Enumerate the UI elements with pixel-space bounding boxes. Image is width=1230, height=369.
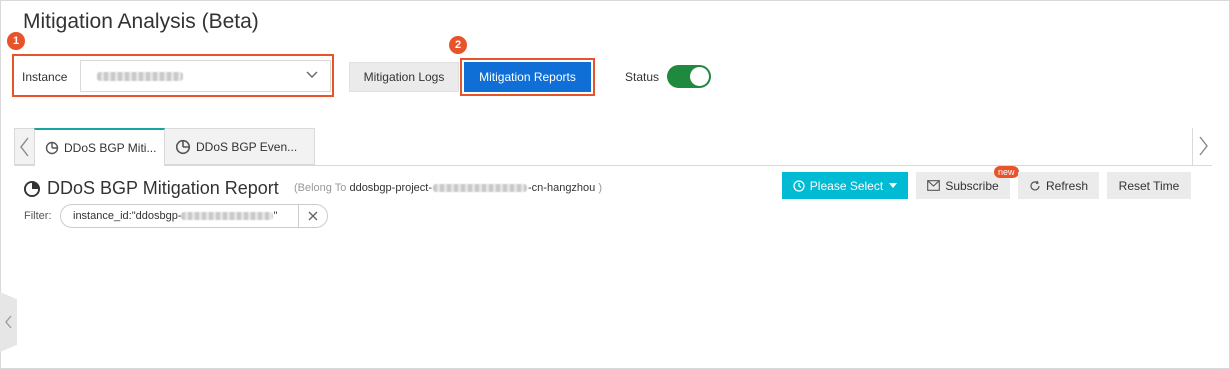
tab-ddos-bgp-mitigation[interactable]: DDoS BGP Miti...	[34, 128, 165, 166]
mitigation-logs-button[interactable]: Mitigation Logs	[349, 62, 459, 92]
project-id-redacted	[433, 184, 528, 192]
refresh-button[interactable]: Refresh	[1018, 172, 1099, 199]
step-badge-1: 1	[7, 32, 25, 50]
toggle-knob	[690, 67, 709, 86]
filter-label: Filter:	[24, 210, 52, 222]
chevron-right-icon	[1199, 136, 1208, 156]
report-title: DDoS BGP Mitigation Report	[23, 178, 279, 199]
tab-label: DDoS BGP Even...	[196, 139, 298, 154]
chevron-left-icon	[5, 315, 12, 329]
subscribe-label: Subscribe	[945, 178, 999, 193]
instance-select[interactable]	[80, 60, 331, 92]
refresh-label: Refresh	[1045, 178, 1089, 193]
belong-prefix: (Belong To	[294, 182, 347, 194]
pie-chart-icon	[45, 141, 59, 155]
project-suffix: -cn-hangzhou	[528, 182, 596, 194]
project-prefix: ddosbgp-project-	[349, 182, 433, 194]
chip-divider	[298, 205, 299, 227]
report-title-text: DDoS BGP Mitigation Report	[47, 178, 279, 198]
tab-scroll-left-button[interactable]	[14, 128, 34, 165]
instance-value-redacted	[97, 72, 183, 81]
new-badge: new	[994, 166, 1019, 178]
filter-id-redacted	[181, 212, 274, 220]
please-select-button[interactable]: Please Select	[782, 172, 908, 199]
please-select-label: Please Select	[809, 178, 884, 193]
filter-text: instance_id:"ddosbgp- "	[73, 210, 277, 222]
refresh-icon	[1030, 180, 1040, 190]
belong-close: )	[598, 182, 603, 194]
tab-label: DDoS BGP Miti...	[64, 141, 157, 155]
mitigation-reports-highlight: Mitigation Reports	[460, 58, 595, 96]
tab-scroll-right-button[interactable]	[1192, 128, 1212, 165]
side-collapse-handle[interactable]	[0, 292, 17, 352]
filter-prefix: instance_id:"ddosbgp-	[73, 210, 182, 222]
mail-icon	[927, 180, 941, 191]
status-label: Status	[625, 70, 660, 84]
reset-time-button[interactable]: Reset Time	[1107, 172, 1191, 199]
filter-suffix: "	[273, 210, 278, 222]
instance-highlight: Instance	[12, 54, 334, 97]
chevron-left-icon	[20, 137, 29, 157]
filter-chip[interactable]: instance_id:"ddosbgp- "	[60, 204, 328, 228]
step-badge-2: 2	[449, 36, 467, 54]
belong-to-info: (Belong To ddosbgp-project- -cn-hangzhou…	[294, 182, 602, 194]
pie-chart-icon	[175, 139, 191, 154]
caret-down-icon	[889, 183, 898, 188]
close-icon[interactable]	[306, 209, 320, 223]
instance-label: Instance	[22, 70, 68, 84]
mitigation-reports-button[interactable]: Mitigation Reports	[464, 62, 591, 92]
clock-icon	[793, 179, 805, 192]
tab-ddos-bgp-event[interactable]: DDoS BGP Even...	[165, 128, 315, 165]
page-title: Mitigation Analysis (Beta)	[23, 10, 259, 33]
status-toggle[interactable]	[667, 65, 711, 88]
pie-chart-icon	[23, 180, 41, 197]
report-tab-bar: DDoS BGP Miti... DDoS BGP Even...	[14, 128, 1212, 166]
chevron-down-icon	[306, 71, 318, 78]
